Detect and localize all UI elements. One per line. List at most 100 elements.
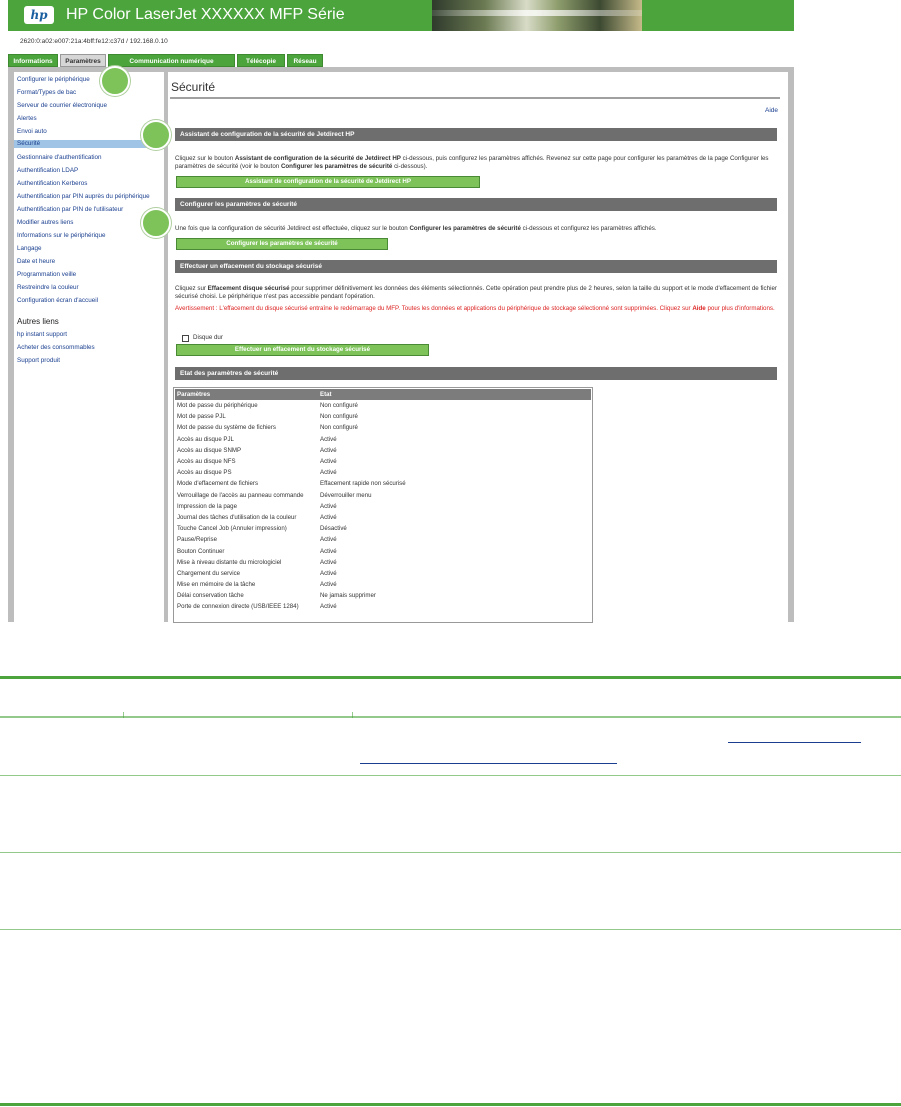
sidebar-item-couleur[interactable]: Restreindre la couleur	[17, 284, 79, 292]
setting-state-cell: Activé	[320, 458, 337, 466]
setting-name-cell: Délai conservation tâche	[177, 592, 244, 600]
section-bar-assistant: Assistant de configuration de la sécurit…	[175, 128, 777, 141]
setting-state-cell: Non configuré	[320, 402, 358, 410]
setting-name-cell: Accès au disque PS	[177, 469, 232, 477]
table-row: Bouton Continuer Activé	[175, 545, 591, 556]
setting-name-cell: Chargement du service	[177, 569, 240, 577]
sidebar-item-informations[interactable]: Informations sur le périphérique	[17, 232, 106, 240]
setting-state-cell: Activé	[320, 581, 337, 589]
setting-state-cell: Activé	[320, 469, 337, 477]
tab-parametres[interactable]: Paramètres	[60, 54, 106, 67]
setting-name-cell: Mot de passe du système de fichiers	[177, 424, 276, 432]
setting-state-cell: Activé	[320, 446, 337, 454]
sidebar-item-ecran-accueil[interactable]: Configuration écran d'accueil	[17, 297, 98, 305]
setting-state-cell: Activé	[320, 502, 337, 510]
tab-communication-numerique[interactable]: Communication numérique	[108, 54, 235, 67]
effacement-button[interactable]: Effectuer un effacement du stockage sécu…	[176, 344, 429, 356]
sidebar-link-support-produit[interactable]: Support produit	[17, 357, 60, 365]
setting-name-cell: Touche Cancel Job (Annuler impression)	[177, 525, 287, 533]
setting-state-cell: Activé	[320, 569, 337, 577]
app-header: hp HP Color LaserJet XXXXXX MFP Série	[8, 0, 794, 31]
table-row: Accès au disque PS Activé	[175, 467, 591, 478]
sidebar-item-date-heure[interactable]: Date et heure	[17, 258, 55, 266]
setting-state-cell: Activé	[320, 603, 337, 611]
setting-name-cell: Accès au disque PJL	[177, 435, 234, 443]
sidebar-item-serveur-courrier[interactable]: Serveur de courrier électronique	[17, 102, 107, 110]
header-banner-image	[432, 0, 642, 31]
sidebar-item-alertes[interactable]: Alertes	[17, 115, 37, 123]
effacement-warning: Avertissement : L'effacement du disque s…	[175, 305, 775, 312]
setting-name-cell: Mot de passe du périphérique	[177, 402, 258, 410]
tab-telecopie[interactable]: Télécopie	[237, 54, 285, 67]
warning-help-link[interactable]: Aide	[692, 305, 705, 312]
sidebar-item-gestionnaire-auth[interactable]: Gestionnaire d'authentification	[17, 154, 102, 162]
table-row: Accès au disque PJL Activé	[175, 434, 591, 445]
section-bar-configurer: Configurer les paramètres de sécurité	[175, 198, 777, 211]
device-address: 2620:0:a02:e007:21a:4bff:fe12:c37d / 192…	[20, 38, 168, 45]
doc-table-header-rule	[0, 716, 901, 718]
doc-table-bottom-rule	[0, 1103, 901, 1106]
effacement-description: Cliquez sur Effacement disque sécurisé p…	[175, 285, 777, 300]
setting-name-cell: Mise à niveau distante du micrologiciel	[177, 558, 282, 566]
sidebar-item-configurer[interactable]: Configurer le périphérique	[17, 76, 90, 84]
setting-state-cell: Activé	[320, 513, 337, 521]
tab-reseau[interactable]: Réseau	[287, 54, 323, 67]
table-row: Journal des tâches d'utilisation de la c…	[175, 512, 591, 523]
sidebar-item-ldap[interactable]: Authentification LDAP	[17, 167, 78, 175]
table-row: Mot de passe du périphérique Non configur…	[175, 400, 591, 411]
sidebar-item-envoi-auto[interactable]: Envoi auto	[17, 128, 47, 136]
table-row: Délai conservation tâche Ne jamais suppri…	[175, 590, 591, 601]
sidebar-link-consommables[interactable]: Acheter des consommables	[17, 344, 95, 352]
sidebar-heading-autres-liens: Autres liens	[17, 317, 59, 326]
doc-column-divider	[352, 712, 353, 718]
sidebar-item-veille[interactable]: Programmation veille	[17, 271, 76, 279]
table-row: Pause/Reprise Activé	[175, 534, 591, 545]
help-link[interactable]: Aide	[765, 107, 778, 114]
doc-table-row-rule	[0, 929, 901, 930]
column-header-parametres: Paramètres	[175, 389, 318, 400]
setting-name-cell: Journal des tâches d'utilisation de la c…	[177, 513, 297, 521]
app-title: HP Color LaserJet XXXXXX MFP Série	[66, 6, 345, 23]
setting-state-cell: Déverrouiller menu	[320, 491, 372, 499]
setting-name-cell: Impression de la page	[177, 502, 237, 510]
sidebar-item-pin-utilisateur[interactable]: Authentification par PIN de l'utilisateu…	[17, 206, 123, 214]
assistant-button[interactable]: Assistant de configuration de la sécurit…	[176, 176, 480, 188]
callout-circle-2	[141, 120, 171, 150]
doc-link-underline[interactable]	[728, 742, 861, 743]
table-row: Mot de passe PJL Non configuré	[175, 411, 591, 422]
sidebar-item-format-types[interactable]: Format/Types de bac	[17, 89, 76, 97]
section-bar-effacement: Effectuer un effacement du stockage sécu…	[175, 260, 777, 273]
setting-name-cell: Mode d'effacement de fichiers	[177, 480, 258, 488]
table-row: Mot de passe du système de fichiers Non c…	[175, 422, 591, 433]
doc-table-top-rule	[0, 676, 901, 679]
table-row: Accès au disque SNMP Activé	[175, 445, 591, 456]
setting-state-cell: Activé	[320, 547, 337, 555]
callout-circle-3	[141, 208, 171, 238]
table-row: Verrouillage de l'accès au panneau comma…	[175, 490, 591, 501]
setting-state-cell: Non configuré	[320, 413, 358, 421]
sidebar-item-modifier-liens[interactable]: Modifier autres liens	[17, 219, 73, 227]
assistant-description: Cliquez sur le bouton Assistant de confi…	[175, 155, 769, 170]
section-bar-etat: Etat des paramètres de sécurité	[175, 367, 777, 380]
sidebar-link-instant-support[interactable]: hp instant support	[17, 331, 67, 339]
table-row: Porte de connexion directe (USB/IEEE 128…	[175, 601, 591, 612]
disque-dur-checkbox[interactable]	[182, 335, 189, 342]
table-row: Mode d'effacement de fichiers Effacement …	[175, 478, 591, 489]
hp-logo: hp	[24, 6, 54, 24]
sidebar-item-kerberos[interactable]: Authentification Kerberos	[17, 180, 87, 188]
setting-name-cell: Pause/Reprise	[177, 536, 217, 544]
setting-state-cell: Activé	[320, 536, 337, 544]
doc-table-row-rule	[0, 775, 901, 776]
table-row: Touche Cancel Job (Annuler impression) Dé…	[175, 523, 591, 534]
setting-name-cell: Verrouillage de l'accès au panneau comma…	[177, 491, 304, 499]
tab-informations[interactable]: Informations	[8, 54, 58, 67]
doc-link-underline[interactable]	[360, 763, 617, 764]
configurer-button[interactable]: Configurer les paramètres de sécurité	[176, 238, 388, 250]
title-divider	[170, 97, 780, 99]
sidebar-item-langage[interactable]: Langage	[17, 245, 42, 253]
disque-dur-label: Disque dur	[193, 334, 223, 341]
setting-name-cell: Mise en mémoire de la tâche	[177, 581, 256, 589]
sidebar-item-pin-peripherique[interactable]: Authentification par PIN auprès du périp…	[17, 193, 150, 201]
table-row: Mise en mémoire de la tâche Activé	[175, 579, 591, 590]
setting-state-cell: Effacement rapide non sécurisé	[320, 480, 406, 488]
